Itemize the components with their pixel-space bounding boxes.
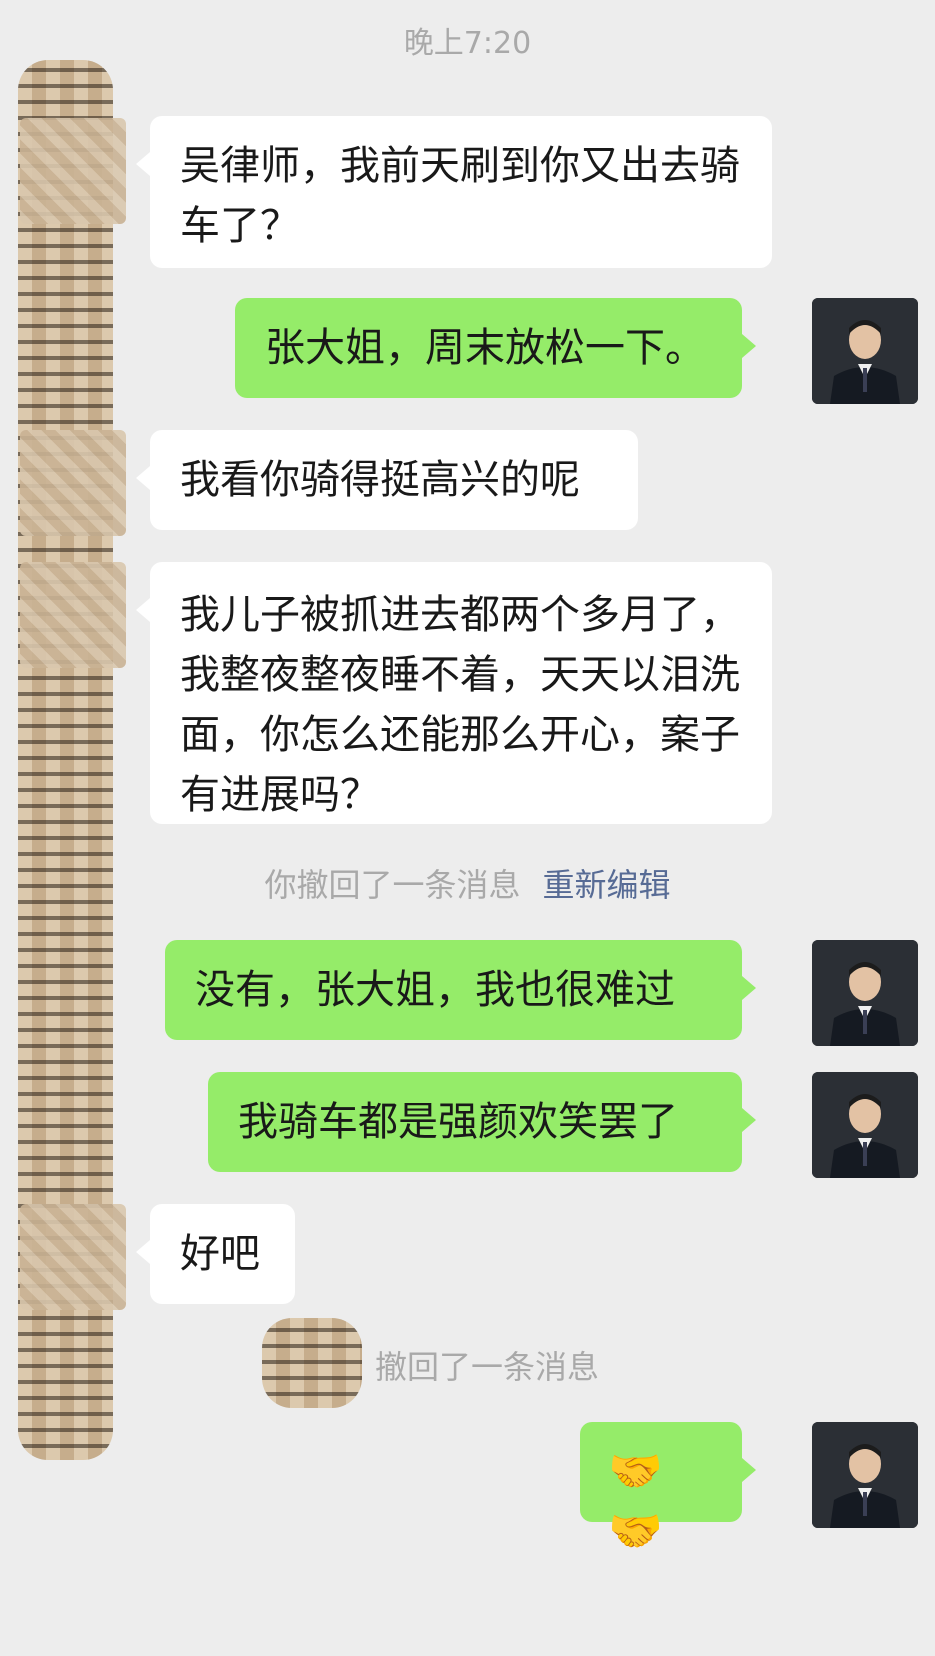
system-message: 你撤回了一条消息 重新编辑 xyxy=(0,860,935,906)
system-message: 撤回了一条消息 xyxy=(375,1342,599,1388)
self-avatar[interactable] xyxy=(812,1422,918,1528)
recall-notice-other: 撤回了一条消息 xyxy=(375,1348,600,1386)
lawyer-portrait-icon xyxy=(812,298,918,404)
self-avatar[interactable] xyxy=(812,1072,918,1178)
privacy-mosaic xyxy=(262,1318,362,1408)
recall-notice: 你撤回了一条消息 xyxy=(264,866,521,904)
contact-avatar[interactable] xyxy=(20,562,126,668)
contact-avatar[interactable] xyxy=(20,118,126,224)
contact-avatar[interactable] xyxy=(20,1204,126,1310)
message-bubble-incoming[interactable]: 吴律师，我前天刷到你又出去骑车了？ xyxy=(136,116,772,268)
contact-avatar[interactable] xyxy=(20,430,126,536)
lawyer-portrait-icon xyxy=(812,1422,918,1528)
lawyer-portrait-icon xyxy=(812,940,918,1046)
message-bubble-outgoing[interactable]: 🤝🤝 xyxy=(580,1422,756,1557)
lawyer-portrait-icon xyxy=(812,1072,918,1178)
message-bubble-incoming[interactable]: 我看你骑得挺高兴的呢 xyxy=(136,430,638,530)
timestamp: 晚上7:20 xyxy=(403,26,532,61)
self-avatar[interactable] xyxy=(812,298,918,404)
self-avatar[interactable] xyxy=(812,940,918,1046)
message-bubble-incoming[interactable]: 好吧 xyxy=(136,1204,295,1304)
message-bubble-outgoing[interactable]: 张大姐，周末放松一下。 xyxy=(235,298,756,398)
reedit-link[interactable]: 重新编辑 xyxy=(543,866,671,904)
message-bubble-incoming[interactable]: 我儿子被抓进去都两个多月了，我整夜整夜睡不着，天天以泪洗面，你怎么还能那么开心，… xyxy=(136,562,772,824)
message-bubble-outgoing[interactable]: 没有，张大姐，我也很难过 xyxy=(165,940,756,1040)
message-bubble-outgoing[interactable]: 我骑车都是强颜欢笑罢了 xyxy=(208,1072,756,1172)
